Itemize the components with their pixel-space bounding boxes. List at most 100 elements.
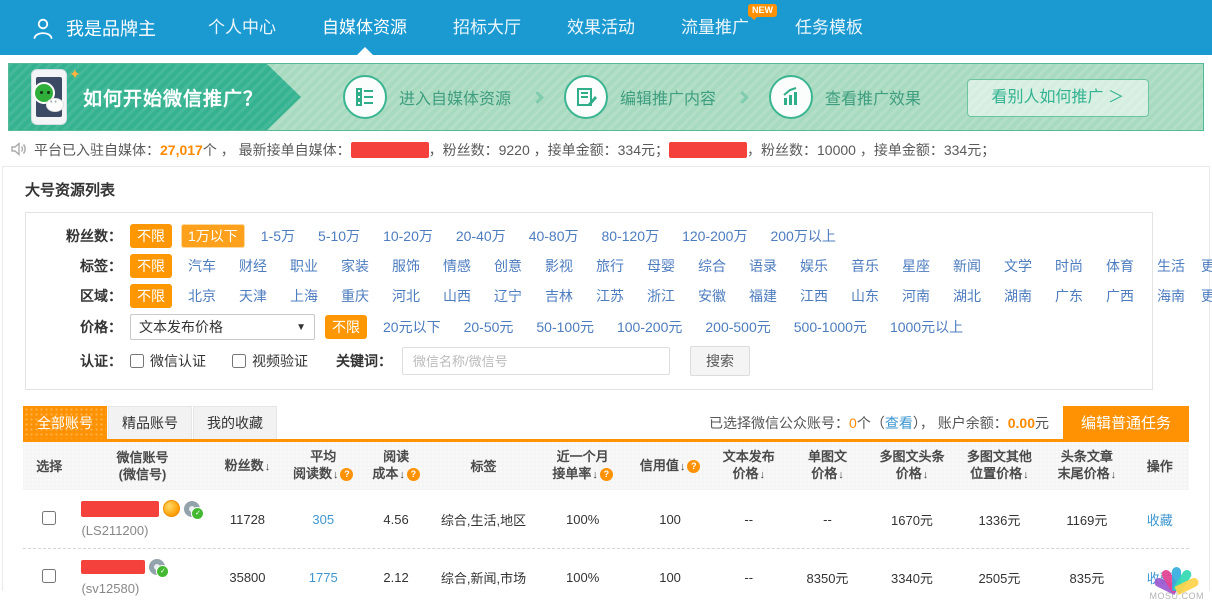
nav-item-bidding-hall[interactable]: 招标大厅 bbox=[449, 0, 525, 55]
price-filter-option[interactable]: 20元以下 bbox=[376, 315, 448, 339]
fans-filter-option[interactable]: 1-5万 bbox=[254, 224, 302, 248]
video-verify-checkbox[interactable]: 视频验证 bbox=[232, 351, 308, 371]
sort-desc-icon[interactable]: ↓ bbox=[760, 469, 766, 481]
help-icon[interactable]: ? bbox=[600, 468, 613, 481]
table-header-cell[interactable]: 多图文其他位置价格↓ bbox=[956, 448, 1043, 484]
tag-filter-option[interactable]: 家装 bbox=[334, 254, 376, 278]
tag-filter-option[interactable]: 文学 bbox=[997, 254, 1039, 278]
region-filter-option[interactable]: 吉林 bbox=[538, 284, 580, 308]
edit-task-button[interactable]: 编辑普通任务 bbox=[1063, 406, 1189, 439]
tag-filter-option[interactable]: 创意 bbox=[487, 254, 529, 278]
nav-item-personal-center[interactable]: 个人中心 bbox=[204, 0, 280, 55]
region-filter-option[interactable]: 不限 bbox=[130, 284, 172, 308]
tag-filter-option[interactable]: 星座 bbox=[895, 254, 937, 278]
price-filter-option[interactable]: 20-50元 bbox=[457, 315, 521, 339]
see-how-others-promote-button[interactable]: 看别人如何推广 ＞ bbox=[967, 79, 1149, 117]
brand-account[interactable]: 我是品牌主 bbox=[30, 15, 156, 41]
step-edit-content[interactable]: 编辑推广内容 bbox=[564, 75, 716, 119]
tab-all-accounts[interactable]: 全部账号 bbox=[23, 406, 107, 439]
region-filter-option[interactable]: 上海 bbox=[283, 284, 325, 308]
table-header-cell[interactable]: 文本发布价格↓ bbox=[711, 448, 787, 484]
region-filter-option[interactable]: 江西 bbox=[793, 284, 835, 308]
tab-my-favorites[interactable]: 我的收藏 bbox=[193, 406, 277, 439]
checkbox[interactable] bbox=[232, 354, 246, 368]
fans-filter-option[interactable]: 5-10万 bbox=[311, 224, 367, 248]
nav-item-self-media-resources[interactable]: 自媒体资源 bbox=[318, 0, 411, 55]
table-header-cell[interactable]: 单图文价格↓ bbox=[787, 448, 869, 484]
keyword-input[interactable] bbox=[402, 347, 670, 375]
nav-item-task-template[interactable]: 任务模板 bbox=[791, 0, 867, 55]
region-filter-option[interactable]: 北京 bbox=[181, 284, 223, 308]
avg-read-link[interactable]: 1775 bbox=[285, 570, 361, 585]
help-icon[interactable]: ? bbox=[407, 468, 420, 481]
price-filter-option[interactable]: 1000元以上 bbox=[883, 315, 970, 339]
nav-item-effect-activity[interactable]: 效果活动 bbox=[563, 0, 639, 55]
tag-filter-option[interactable]: 音乐 bbox=[844, 254, 886, 278]
tag-filter-option[interactable]: 体育 bbox=[1099, 254, 1141, 278]
fans-filter-option[interactable]: 10-20万 bbox=[376, 224, 440, 248]
region-filter-option[interactable]: 江苏 bbox=[589, 284, 631, 308]
table-header-cell[interactable]: 阅读成本↓? bbox=[361, 448, 431, 484]
sort-desc-icon[interactable]: ↓ bbox=[1111, 469, 1117, 481]
table-header-cell[interactable]: 多图文头条价格↓ bbox=[868, 448, 955, 484]
sort-desc-icon[interactable]: ↓ bbox=[923, 469, 929, 481]
tag-filter-option[interactable]: 影视 bbox=[538, 254, 580, 278]
region-filter-option[interactable]: 重庆 bbox=[334, 284, 376, 308]
tag-filter-option[interactable]: 汽车 bbox=[181, 254, 223, 278]
step-view-effect[interactable]: 查看推广效果 bbox=[769, 75, 921, 119]
region-filter-option[interactable]: 山东 bbox=[844, 284, 886, 308]
region-filter-option[interactable]: 河南 bbox=[895, 284, 937, 308]
region-filter-option[interactable]: 浙江 bbox=[640, 284, 682, 308]
tag-filter-option[interactable]: 财经 bbox=[232, 254, 274, 278]
tag-filter-option[interactable]: 情感 bbox=[436, 254, 478, 278]
tag-filter-option[interactable]: 语录 bbox=[742, 254, 784, 278]
search-button[interactable]: 搜索 bbox=[690, 346, 750, 376]
region-filter-option[interactable]: 辽宁 bbox=[487, 284, 529, 308]
row-select-checkbox[interactable] bbox=[42, 569, 56, 583]
nav-item-traffic-promotion[interactable]: 流量推广 NEW bbox=[677, 0, 753, 55]
more-tags-link[interactable]: 更多标签≫ bbox=[1201, 256, 1212, 276]
tag-filter-option[interactable]: 服饰 bbox=[385, 254, 427, 278]
avg-read-link[interactable]: 305 bbox=[285, 512, 361, 527]
sort-desc-icon[interactable]: ↓ bbox=[680, 461, 686, 473]
region-filter-option[interactable]: 广东 bbox=[1048, 284, 1090, 308]
sort-desc-icon[interactable]: ↓ bbox=[265, 461, 271, 473]
table-header-cell[interactable]: 信用值↓? bbox=[629, 457, 711, 476]
view-selected-link[interactable]: 查看 bbox=[885, 413, 913, 433]
table-header-cell[interactable]: 粉丝数↓ bbox=[210, 457, 286, 476]
tag-filter-option[interactable]: 职业 bbox=[283, 254, 325, 278]
tag-filter-option[interactable]: 综合 bbox=[691, 254, 733, 278]
checkbox[interactable] bbox=[130, 354, 144, 368]
region-filter-option[interactable]: 海南 bbox=[1150, 284, 1192, 308]
sort-desc-icon[interactable]: ↓ bbox=[592, 469, 598, 481]
tag-filter-option[interactable]: 时尚 bbox=[1048, 254, 1090, 278]
tag-filter-option[interactable]: 母婴 bbox=[640, 254, 682, 278]
table-header-cell[interactable]: 平均阅读数↓? bbox=[285, 448, 361, 484]
region-filter-option[interactable]: 广西 bbox=[1099, 284, 1141, 308]
tag-filter-option[interactable]: 生活 bbox=[1150, 254, 1192, 278]
tag-filter-option[interactable]: 新闻 bbox=[946, 254, 988, 278]
row-select-checkbox[interactable] bbox=[42, 511, 56, 525]
tag-filter-option[interactable]: 旅行 bbox=[589, 254, 631, 278]
help-icon[interactable]: ? bbox=[687, 460, 700, 473]
favorite-link[interactable]: 收藏 bbox=[1131, 510, 1189, 529]
region-filter-option[interactable]: 河北 bbox=[385, 284, 427, 308]
region-filter-option[interactable]: 天津 bbox=[232, 284, 274, 308]
fans-filter-option[interactable]: 1万以下 bbox=[181, 224, 245, 248]
sort-desc-icon[interactable]: ↓ bbox=[333, 469, 339, 481]
price-filter-option[interactable]: 500-1000元 bbox=[787, 315, 874, 339]
price-filter-option[interactable]: 不限 bbox=[325, 315, 367, 339]
fans-filter-option[interactable]: 40-80万 bbox=[522, 224, 586, 248]
tag-filter-option[interactable]: 娱乐 bbox=[793, 254, 835, 278]
fans-filter-option[interactable]: 不限 bbox=[130, 224, 172, 248]
region-filter-option[interactable]: 湖南 bbox=[997, 284, 1039, 308]
table-header-cell[interactable]: 近一个月接单率↓? bbox=[536, 448, 629, 484]
fans-filter-option[interactable]: 20-40万 bbox=[449, 224, 513, 248]
help-icon[interactable]: ? bbox=[340, 468, 353, 481]
tab-premium-accounts[interactable]: 精品账号 bbox=[108, 406, 192, 439]
sort-desc-icon[interactable]: ↓ bbox=[838, 469, 844, 481]
tag-filter-option[interactable]: 不限 bbox=[130, 254, 172, 278]
region-filter-option[interactable]: 湖北 bbox=[946, 284, 988, 308]
sort-desc-icon[interactable]: ↓ bbox=[1023, 469, 1029, 481]
fans-filter-option[interactable]: 200万以上 bbox=[763, 224, 842, 248]
